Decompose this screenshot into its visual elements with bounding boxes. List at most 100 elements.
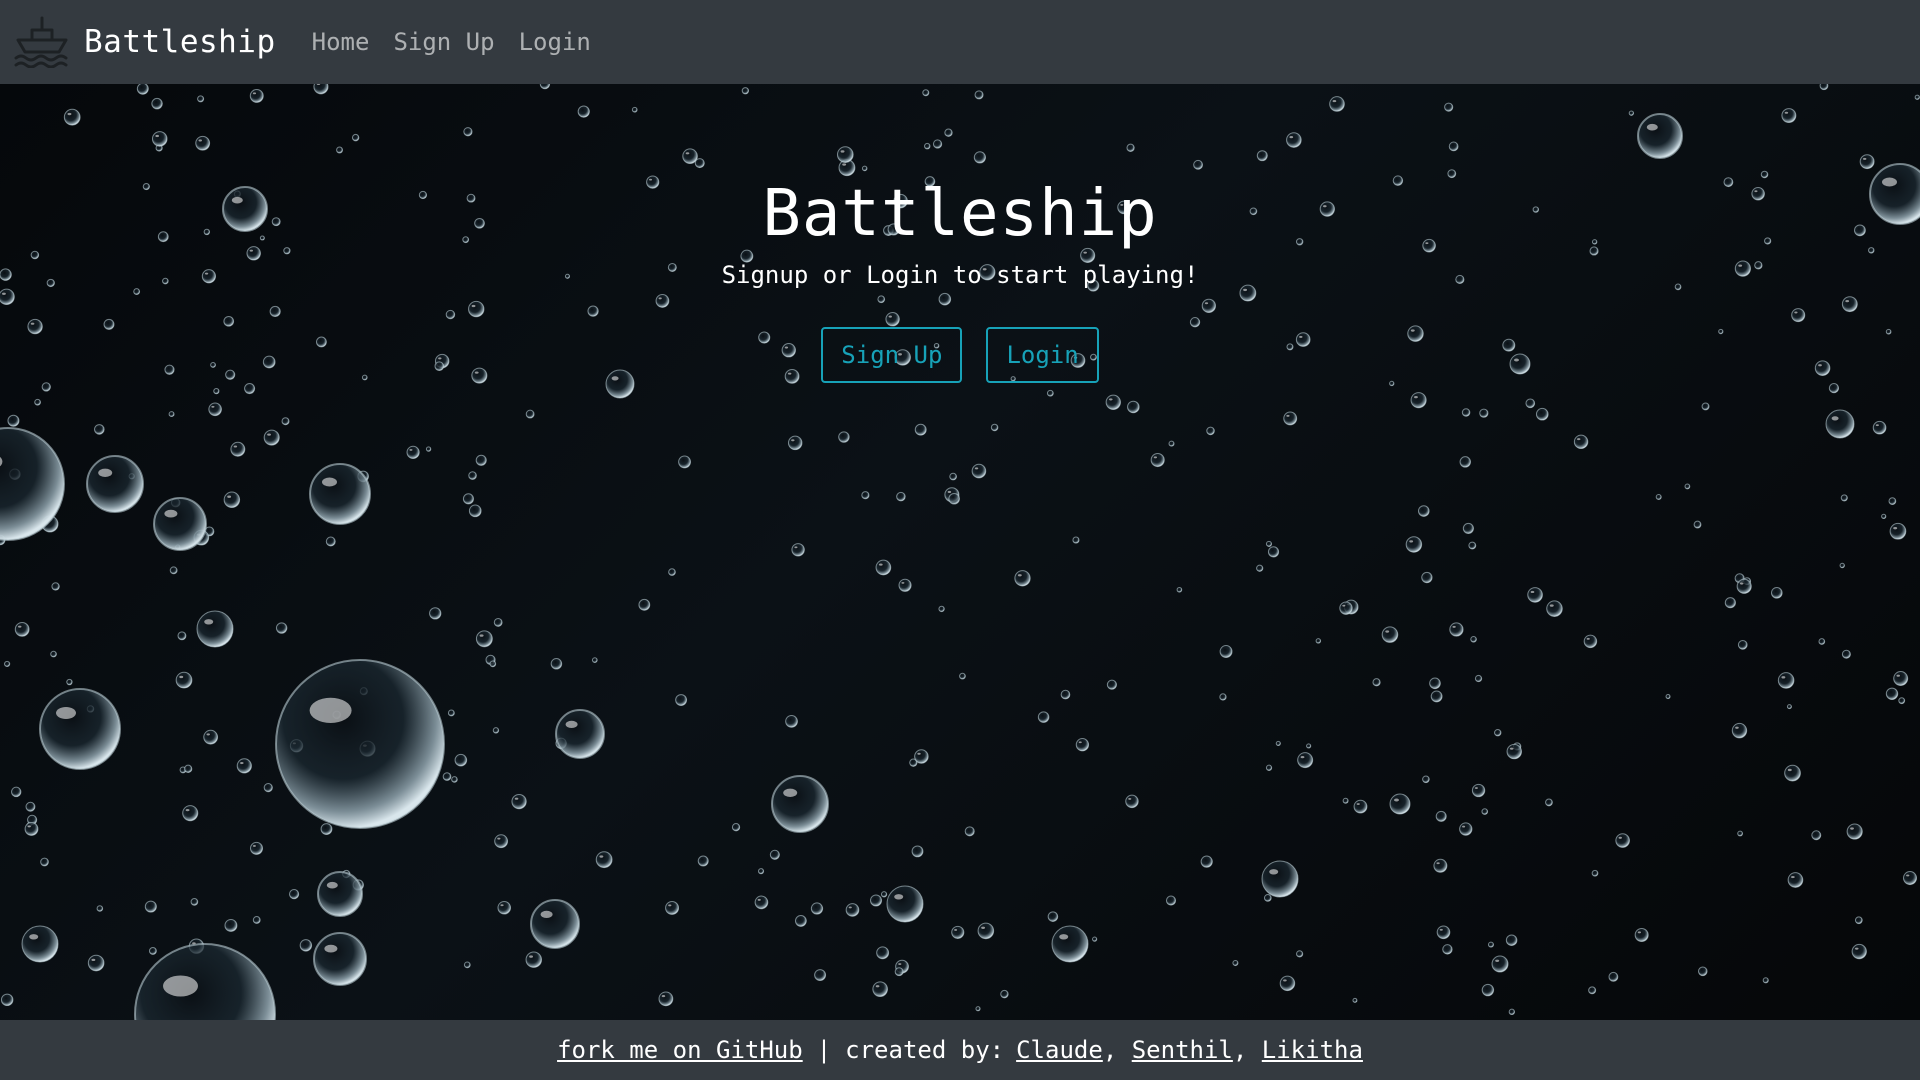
bubble [1839,562,1845,569]
comma: , [1232,1036,1262,1064]
bubble-highlight [1474,787,1478,789]
bubble [1219,645,1233,658]
nav-link-login[interactable]: Login [519,28,591,56]
bubble [1435,810,1447,822]
bubble [1737,830,1744,837]
bubble [1762,977,1769,984]
bubble [223,491,241,509]
bubble-highlight [163,975,198,997]
bubble [1092,936,1098,942]
bubble [1851,943,1867,960]
bubble [1283,411,1298,426]
signup-button[interactable]: Sign Up [821,327,963,383]
bubble [959,672,966,680]
author-link-senthil[interactable]: Senthil [1132,1036,1233,1064]
bubble [184,764,193,773]
bubble [1372,678,1381,687]
bubble [1872,420,1887,435]
bubble [224,918,238,932]
bubble-highlight [29,934,39,940]
bubble-highlight [1530,590,1535,594]
bubble [299,939,313,952]
author-link-claude[interactable]: Claude [1016,1036,1103,1064]
bubble [1634,927,1649,943]
bubble [951,925,965,939]
bubble [975,1006,981,1012]
bubble [1297,752,1314,769]
bubble [493,617,503,627]
bubble [317,871,363,917]
bubble [168,411,175,418]
bubble-highlight [514,797,519,800]
created-by-label: created by: [845,1036,1005,1064]
bubble [810,902,824,915]
bubble [771,775,829,833]
bubble [1060,689,1071,700]
bubble [1583,634,1598,649]
bubble [964,826,975,837]
bubble-highlight [529,955,533,958]
bubble [1546,600,1563,617]
bubble [1481,983,1495,997]
bubble [1256,564,1264,572]
bubble-highlight [500,904,504,907]
author-link-likitha[interactable]: Likitha [1262,1036,1363,1064]
bubble-highlight [1439,928,1443,931]
bubble-highlight [1394,798,1399,802]
bubble [1787,872,1804,888]
bubble-highlight [974,467,979,470]
bubble-highlight [211,405,215,408]
bubble-highlight [1854,947,1859,950]
bubble [1471,783,1486,798]
bubble-highlight [18,625,22,628]
bubble [190,898,199,906]
bubble [153,497,207,551]
bubble-highlight [1108,398,1113,401]
bubble [1342,797,1349,804]
bubble [1784,764,1801,782]
bubble-highlight [1850,827,1854,830]
brand-link[interactable]: Battleship [12,16,276,69]
bubble [252,916,261,924]
bubble [1697,966,1708,977]
bubble [1000,989,1009,999]
bubble [1474,674,1483,683]
bubble [1442,944,1453,955]
bubble [208,402,222,417]
bubble [1417,505,1430,517]
bubble-highlight [1356,803,1360,806]
bubble-highlight [233,445,238,448]
bubble [911,845,924,858]
bubble-highlight [326,881,338,889]
bubble [1410,392,1427,409]
bubble [550,658,563,670]
bubble [21,925,59,963]
bubble [203,729,219,745]
bubble-highlight [185,809,190,812]
bubble [1105,394,1121,410]
login-button[interactable]: Login [986,327,1099,383]
bubble [1459,822,1473,836]
bubble [894,967,904,977]
bubble [468,504,482,518]
bubble-highlight [1549,604,1554,607]
bubble-highlight [1495,959,1500,962]
nav-link-home[interactable]: Home [312,28,370,56]
bubble [1075,738,1090,752]
bubble [1436,925,1451,940]
bubble [1508,1008,1516,1016]
bubble [1527,587,1543,603]
bubble-highlight [252,845,256,847]
bubble [555,709,605,759]
nav-link-signup[interactable]: Sign Up [393,28,494,56]
bubble-highlight [1509,747,1514,750]
bubble-highlight [409,449,413,451]
bubble [757,868,765,875]
comma: , [1102,1036,1132,1064]
bubble [1421,571,1433,584]
bubble [525,951,543,968]
bubble-highlight [1791,875,1795,879]
bubble-highlight [91,958,96,962]
bubble [949,472,957,481]
github-link[interactable]: fork me on GitHub [557,1036,803,1064]
